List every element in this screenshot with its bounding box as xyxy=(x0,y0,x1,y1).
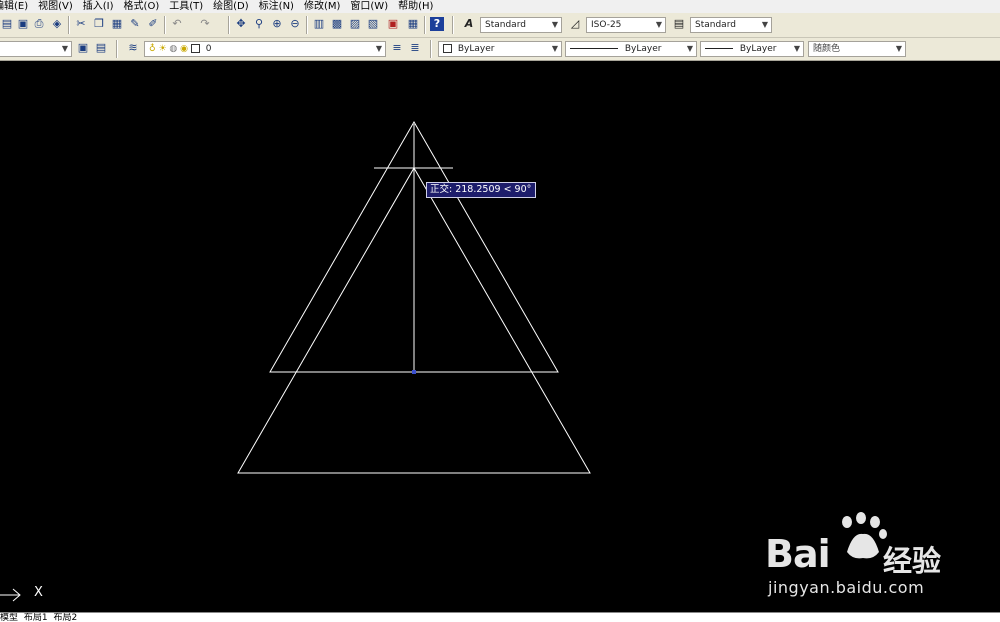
separator xyxy=(430,40,432,58)
watermark-url: jingyan.baidu.com xyxy=(768,578,925,597)
chevron-down-icon: ▼ xyxy=(759,18,771,32)
paste-icon[interactable]: ▦ xyxy=(110,17,124,31)
layer-name: 0 xyxy=(205,44,212,54)
linetype-value: ByLayer xyxy=(624,44,662,54)
layer-previous-icon[interactable]: ▤ xyxy=(94,41,108,55)
tool-palettes-icon[interactable]: ▨ xyxy=(348,17,362,31)
text-style-icon[interactable]: A xyxy=(462,17,476,31)
chevron-down-icon: ▼ xyxy=(59,42,71,56)
zoom-previous-icon[interactable]: ⊖ xyxy=(288,17,302,31)
separator xyxy=(228,16,230,34)
chevron-down-icon: ▼ xyxy=(791,42,803,56)
menu-insert[interactable]: 插入(I) xyxy=(83,0,114,13)
dim-style-value: ISO-25 xyxy=(591,20,622,30)
layer-manager-icon[interactable]: ≋ xyxy=(126,41,140,55)
separator xyxy=(424,16,426,34)
layer-select[interactable]: ♁ ☀ ◍ ◉ 0 ▼ xyxy=(144,41,386,57)
menu-tools[interactable]: 工具(T) xyxy=(169,0,203,13)
chevron-down-icon: ▼ xyxy=(549,42,561,56)
lineweight-select[interactable]: ByLayer ▼ xyxy=(700,41,804,57)
table-style-value: Standard xyxy=(695,20,736,30)
dim-style-select[interactable]: ISO-25 ▼ xyxy=(586,17,666,33)
sheet-set-icon[interactable]: ▧ xyxy=(366,17,380,31)
layer-isolate-icon[interactable]: ≣ xyxy=(408,41,422,55)
table-style-icon[interactable]: ▤ xyxy=(672,17,686,31)
copy-icon[interactable]: ❐ xyxy=(92,17,106,31)
match-properties-icon[interactable]: ✎ xyxy=(128,17,142,31)
linetype-select[interactable]: ByLayer ▼ xyxy=(565,41,697,57)
layer-color-swatch xyxy=(190,44,200,53)
layer-states-icon[interactable]: ≡ xyxy=(390,41,404,55)
print-icon[interactable]: ⎙ xyxy=(32,17,46,31)
sun-icon: ☀ xyxy=(158,44,167,54)
publish-icon[interactable]: ◈ xyxy=(50,17,64,31)
text-style-value: Standard xyxy=(485,20,526,30)
open-icon[interactable]: ▤ xyxy=(0,17,14,31)
linetype-preview xyxy=(570,48,618,49)
endpoint-grip[interactable] xyxy=(412,370,416,374)
redo-icon[interactable]: ↷ xyxy=(198,17,212,31)
chevron-down-icon: ▼ xyxy=(684,42,696,56)
help-icon[interactable]: ? xyxy=(430,17,444,31)
menu-window[interactable]: 窗口(W) xyxy=(350,0,388,13)
markup-icon[interactable]: ▣ xyxy=(386,17,400,31)
block-editor-icon[interactable]: ✐ xyxy=(146,17,160,31)
dynamic-input-tooltip: 正交: 218.2509 < 90° xyxy=(426,182,536,198)
chevron-down-icon: ▼ xyxy=(653,18,665,32)
menu-edit[interactable]: 编辑(E) xyxy=(0,0,28,13)
lightbulb-icon: ♁ xyxy=(149,44,156,54)
chevron-down-icon: ▼ xyxy=(549,18,561,32)
dim-style-icon[interactable]: ◿ xyxy=(568,17,582,31)
zoom-realtime-icon[interactable]: ⚲ xyxy=(252,17,266,31)
separator xyxy=(116,40,118,58)
separator xyxy=(452,16,454,34)
layers-properties-toolbar: ▼ ▣ ▤ ≋ ♁ ☀ ◍ ◉ 0 ▼ ≡ ≣ ByLayer ▼ ByLaye… xyxy=(0,38,1000,61)
table-style-select[interactable]: Standard ▼ xyxy=(690,17,772,33)
color-select[interactable]: ByLayer ▼ xyxy=(438,41,562,57)
lineweight-value: ByLayer xyxy=(739,44,777,54)
lock-icon: ◍ xyxy=(169,44,178,54)
separator xyxy=(164,16,166,34)
jingyan-text: 经验 xyxy=(883,544,942,578)
plot-style-select[interactable]: 随颜色 ▼ xyxy=(808,41,906,57)
separator xyxy=(306,16,308,34)
lineweight-preview xyxy=(705,48,733,49)
separator xyxy=(68,16,70,34)
baidu-jingyan-watermark: Bai 经验 jingyan.baidu.com xyxy=(765,512,955,602)
save-icon[interactable]: ▣ xyxy=(16,17,30,31)
chevron-down-icon: ▼ xyxy=(893,42,905,56)
zoom-window-icon[interactable]: ⊕ xyxy=(270,17,284,31)
text-style-select[interactable]: Standard ▼ xyxy=(480,17,562,33)
menu-help[interactable]: 帮助(H) xyxy=(398,0,433,13)
pan-icon[interactable]: ✥ xyxy=(234,17,248,31)
design-center-icon[interactable]: ▩ xyxy=(330,17,344,31)
menu-dimension[interactable]: 标注(N) xyxy=(259,0,294,13)
properties-icon[interactable]: ▥ xyxy=(312,17,326,31)
ucs-x-label: X xyxy=(34,585,43,600)
menu-modify[interactable]: 修改(M) xyxy=(304,0,340,13)
cut-icon[interactable]: ✂ xyxy=(74,17,88,31)
plot-style-value: 随颜色 xyxy=(813,44,841,54)
baidu-brand: Bai xyxy=(765,532,831,576)
menu-format[interactable]: 格式(O) xyxy=(124,0,160,13)
chevron-down-icon: ▼ xyxy=(373,42,385,56)
color-value: ByLayer xyxy=(457,44,495,54)
make-object-layer-current-icon[interactable]: ▣ xyxy=(76,41,90,55)
color-swatch xyxy=(443,44,452,53)
standard-toolbar: ▤ ▣ ⎙ ◈ ✂ ❐ ▦ ✎ ✐ ↶ ↷ ✥ ⚲ ⊕ ⊖ ▥ ▩ ▨ ▧ ▣ … xyxy=(0,13,1000,38)
calculator-icon[interactable]: ▦ xyxy=(406,17,420,31)
menu-draw[interactable]: 绘图(D) xyxy=(213,0,249,13)
menu-bar: 编辑(E) 视图(V) 插入(I) 格式(O) 工具(T) 绘图(D) 标注(N… xyxy=(0,0,1000,13)
workspace-select[interactable]: ▼ xyxy=(0,41,72,57)
plot-icon: ◉ xyxy=(180,44,189,54)
undo-icon[interactable]: ↶ xyxy=(170,17,184,31)
menu-view[interactable]: 视图(V) xyxy=(38,0,73,13)
